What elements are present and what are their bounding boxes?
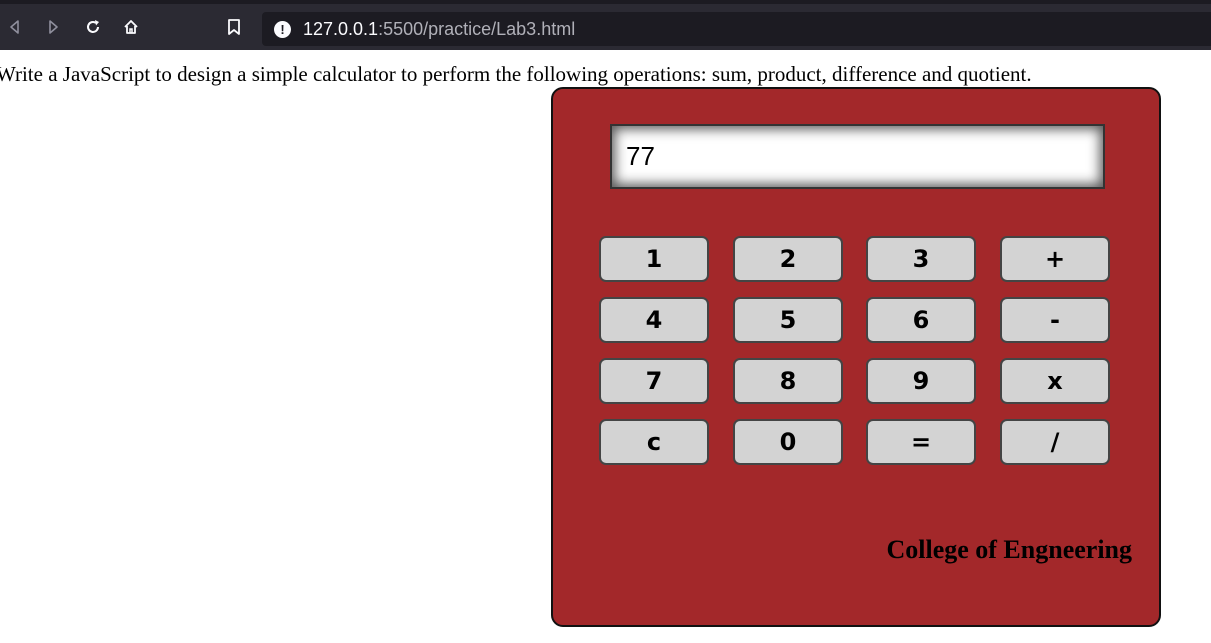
url-text: 127.0.0.1:5500/practice/Lab3.html xyxy=(303,19,575,40)
calculator-display[interactable] xyxy=(610,124,1105,189)
key-4[interactable]: 4 xyxy=(599,297,709,343)
key-2[interactable]: 2 xyxy=(733,236,843,282)
bookmark-icon[interactable] xyxy=(219,12,249,42)
key-9[interactable]: 9 xyxy=(866,358,976,404)
key-0[interactable]: 0 xyxy=(733,419,843,465)
forward-icon[interactable] xyxy=(38,12,68,42)
home-icon[interactable] xyxy=(116,12,146,42)
key-plus[interactable]: + xyxy=(1000,236,1110,282)
college-name: College of Engneering xyxy=(886,535,1132,564)
reload-icon[interactable] xyxy=(78,12,108,42)
url-path: :5500/practice/Lab3.html xyxy=(378,18,576,39)
key-6[interactable]: 6 xyxy=(866,297,976,343)
key-5[interactable]: 5 xyxy=(733,297,843,343)
browser-toolbar: ! 127.0.0.1:5500/practice/Lab3.html xyxy=(0,0,1211,50)
key-8[interactable]: 8 xyxy=(733,358,843,404)
site-info-icon[interactable]: ! xyxy=(274,20,291,38)
key-multiply[interactable]: x xyxy=(1000,358,1110,404)
url-host: 127.0.0.1 xyxy=(303,18,379,39)
calculator: 1 2 3 + 4 5 6 - 7 8 9 x c 0 = / College … xyxy=(551,87,1161,627)
key-divide[interactable]: / xyxy=(1000,419,1110,465)
key-equals[interactable]: = xyxy=(866,419,976,465)
back-icon[interactable] xyxy=(0,12,30,42)
key-7[interactable]: 7 xyxy=(599,358,709,404)
instruction-text: Write a JavaScript to design a simple ca… xyxy=(0,62,1032,86)
key-1[interactable]: 1 xyxy=(599,236,709,282)
key-minus[interactable]: - xyxy=(1000,297,1110,343)
address-bar[interactable]: ! 127.0.0.1:5500/practice/Lab3.html xyxy=(262,12,1211,46)
key-clear[interactable]: c xyxy=(599,419,709,465)
key-3[interactable]: 3 xyxy=(866,236,976,282)
